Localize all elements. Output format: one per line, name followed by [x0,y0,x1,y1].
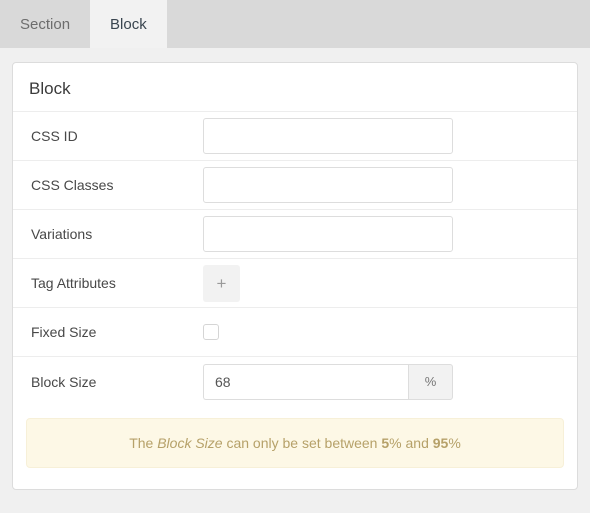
notice-container: The Block Size can only be set between 5… [13,406,577,484]
css-id-input[interactable] [203,118,453,154]
form-row-css-classes: CSS Classes [13,161,577,210]
form-row-variations: Variations [13,210,577,259]
tab-bar: Section Block [0,0,590,48]
block-size-range-notice: The Block Size can only be set between 5… [26,418,564,468]
label-tag-attributes: Tag Attributes [31,275,116,291]
notice-max-value: 95 [432,435,449,451]
variations-input[interactable] [203,216,453,252]
control-variations [203,216,559,252]
label-css-classes: CSS Classes [31,177,114,193]
page-body: Block CSS ID CSS Classes Variations Tag … [0,48,590,513]
label-block-size: Block Size [31,373,97,390]
block-size-input-group: % [203,363,453,400]
notice-text-4: % [448,435,461,451]
notice-text-2: can only be set between [222,435,382,451]
tab-block-label: Block [110,15,147,33]
control-css-classes [203,167,559,203]
label-variations: Variations [31,226,93,242]
form-row-fixed-size: Fixed Size [13,308,577,357]
block-size-unit-addon: % [408,363,453,400]
control-block-size: % [203,363,559,400]
css-classes-input[interactable] [203,167,453,203]
form-row-css-id: CSS ID [13,112,577,161]
control-tag-attributes: + [203,264,559,302]
block-settings-panel: Block CSS ID CSS Classes Variations Tag … [12,62,578,490]
fixed-size-checkbox[interactable] [203,324,219,340]
tab-block[interactable]: Block [90,0,167,48]
add-tag-attribute-button[interactable]: + [203,264,240,302]
notice-min-value: 5 [381,435,390,451]
panel-header: Block [13,63,577,112]
settings-form: CSS ID CSS Classes Variations Tag Attrib… [13,112,577,406]
page-title: Block [29,79,71,98]
label-fixed-size: Fixed Size [31,324,97,340]
form-row-tag-attributes: Tag Attributes + [13,259,577,308]
tab-section[interactable]: Section [0,0,90,48]
control-fixed-size [203,324,559,340]
notice-emphasis: Block Size [157,435,223,451]
control-css-id [203,118,559,154]
block-size-input[interactable] [203,363,408,400]
tab-section-label: Section [20,15,71,33]
label-css-id: CSS ID [31,128,78,144]
notice-text-1: The [129,435,158,451]
notice-text-3: % and [389,435,433,451]
form-row-block-size: Block Size % [13,357,577,406]
